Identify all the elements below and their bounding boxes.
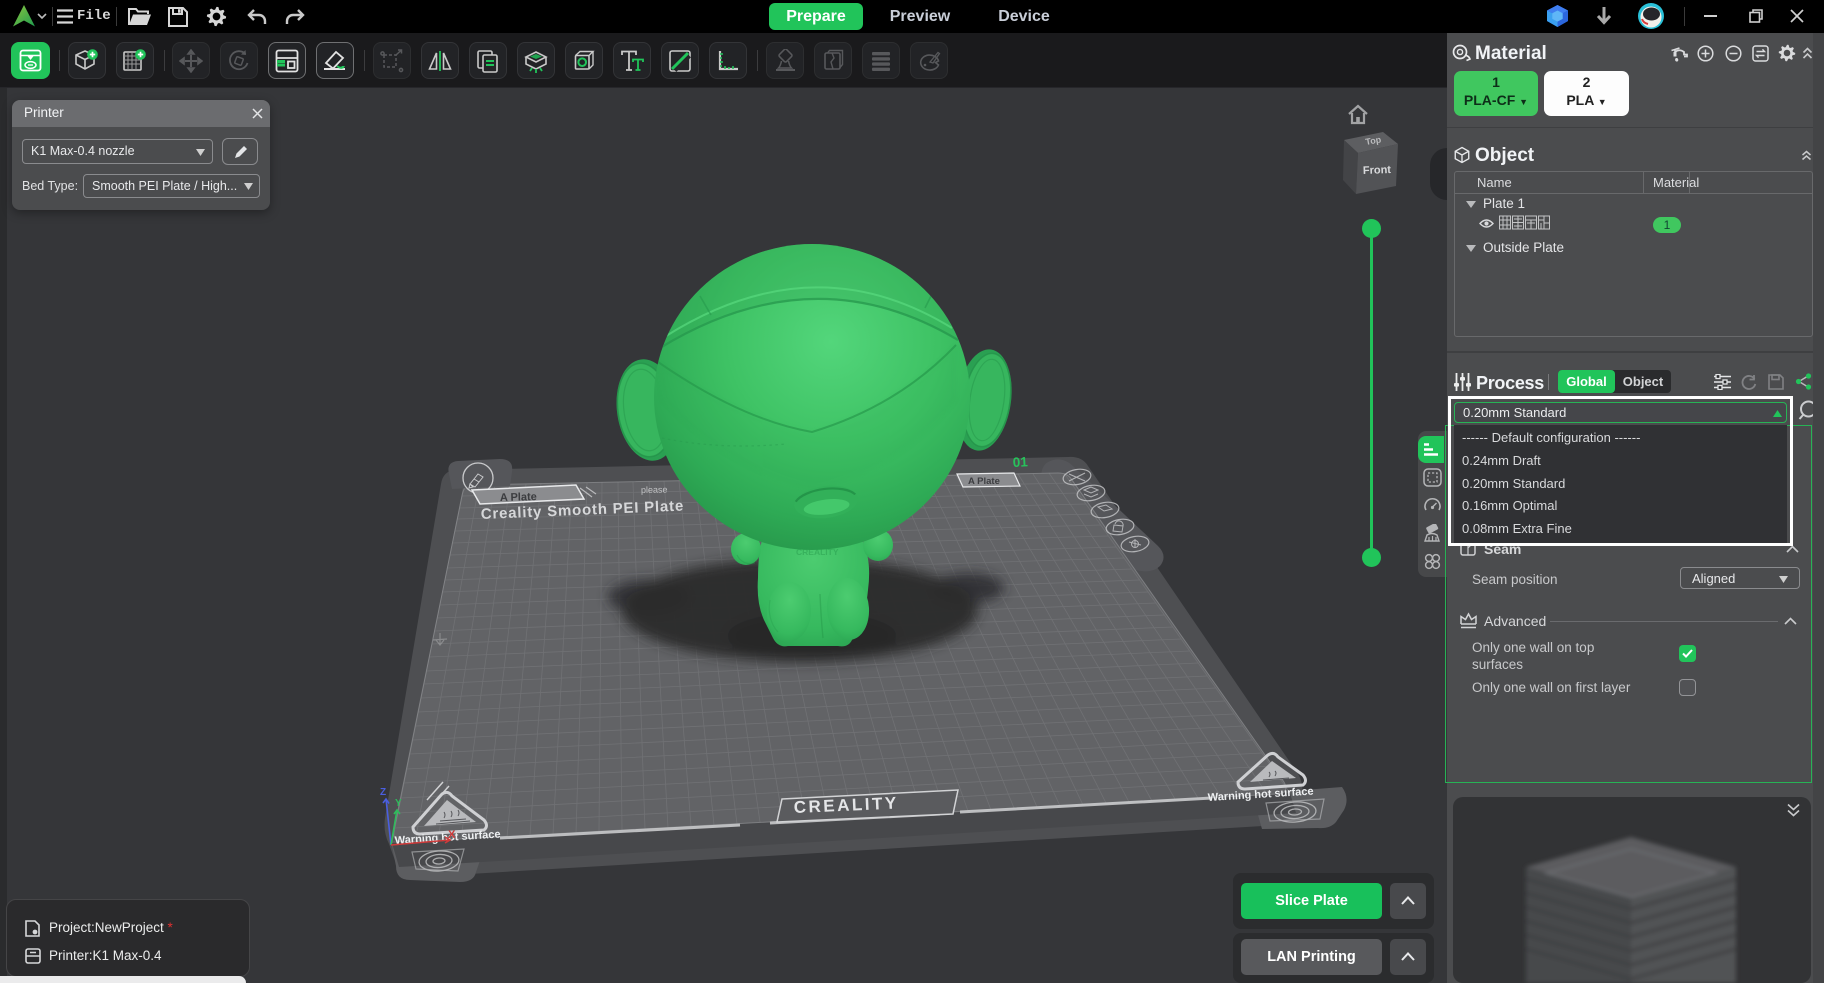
svg-text:Z: Z [380, 787, 386, 798]
svg-text:Y: Y [395, 798, 402, 809]
svg-text:01: 01 [1012, 454, 1028, 470]
svg-text:please: please [641, 485, 668, 495]
svg-text:Front: Front [1363, 164, 1392, 177]
svg-text:X: X [448, 829, 456, 841]
svg-text:A Plate: A Plate [968, 476, 1000, 487]
svg-text:A Plate: A Plate [500, 491, 537, 504]
